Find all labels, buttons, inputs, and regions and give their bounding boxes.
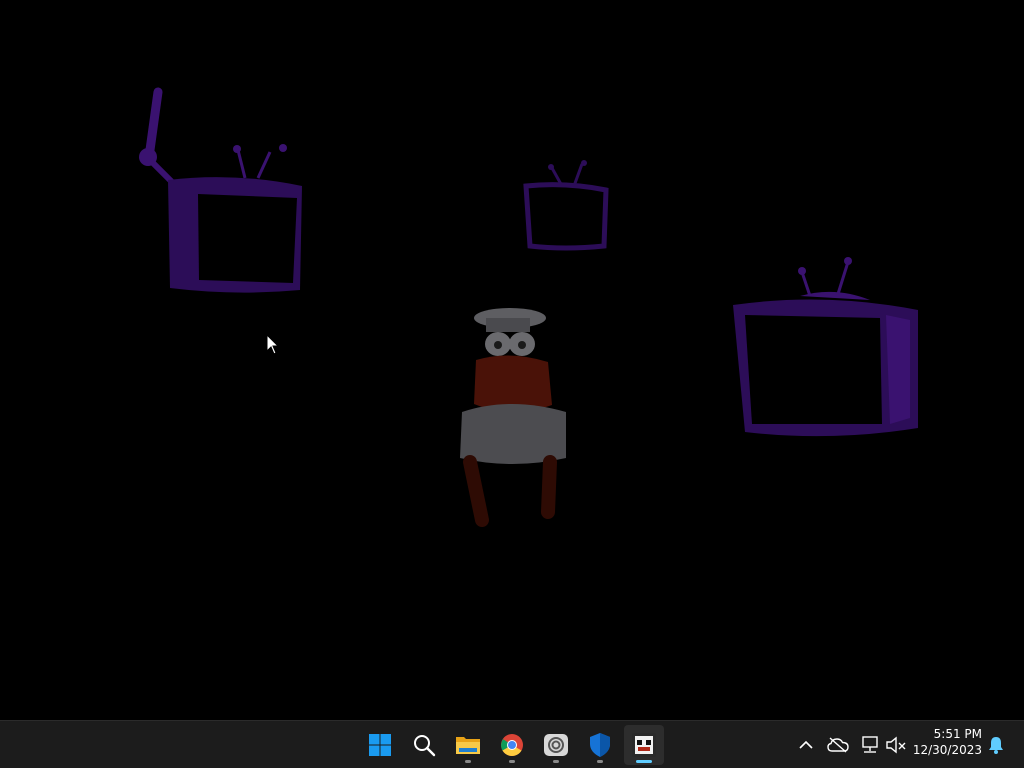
chevron-up-icon xyxy=(799,740,813,749)
taskbar xyxy=(0,720,1024,768)
running-indicator xyxy=(597,760,603,763)
tv-left xyxy=(139,87,302,293)
game-button[interactable] xyxy=(624,725,664,765)
mouse-cursor xyxy=(266,334,280,355)
onedrive-offline-icon xyxy=(827,737,849,753)
chef-character xyxy=(460,308,566,527)
chrome-icon xyxy=(501,734,523,756)
start-button[interactable] xyxy=(360,725,400,765)
volume-tray-button[interactable] xyxy=(884,733,908,757)
search-icon xyxy=(414,735,436,757)
search-button[interactable] xyxy=(404,725,444,765)
tv-middle xyxy=(523,160,609,251)
clock-time: 5:51 PM xyxy=(933,727,982,741)
cloud-app-icon xyxy=(544,734,568,756)
onedrive-tray-button[interactable] xyxy=(826,733,850,757)
notifications-button[interactable] xyxy=(984,733,1008,757)
taskbar-clock[interactable]: 5:51 PM 12/30/2023 xyxy=(912,726,982,758)
network-icon xyxy=(862,736,878,753)
notification-bell-icon xyxy=(989,737,1003,754)
running-indicator xyxy=(553,760,559,763)
clock-date: 12/30/2023 xyxy=(912,743,982,757)
running-indicator xyxy=(509,760,515,763)
shield-icon xyxy=(590,733,610,757)
chrome-button[interactable] xyxy=(492,725,532,765)
network-tray-button[interactable] xyxy=(858,733,882,757)
security-button[interactable] xyxy=(580,725,620,765)
volume-muted-icon xyxy=(886,736,906,754)
game-scene xyxy=(139,87,918,527)
pizza-tower-icon xyxy=(632,733,656,757)
running-indicator xyxy=(465,760,471,763)
file-explorer-button[interactable] xyxy=(448,725,488,765)
desktop xyxy=(0,0,1024,720)
show-hidden-icons-button[interactable] xyxy=(794,733,818,757)
windows-start-icon xyxy=(369,734,391,756)
tv-right xyxy=(733,257,918,437)
folder-icon xyxy=(456,737,480,754)
cloud-app-button[interactable] xyxy=(536,725,576,765)
running-indicator xyxy=(636,760,652,763)
